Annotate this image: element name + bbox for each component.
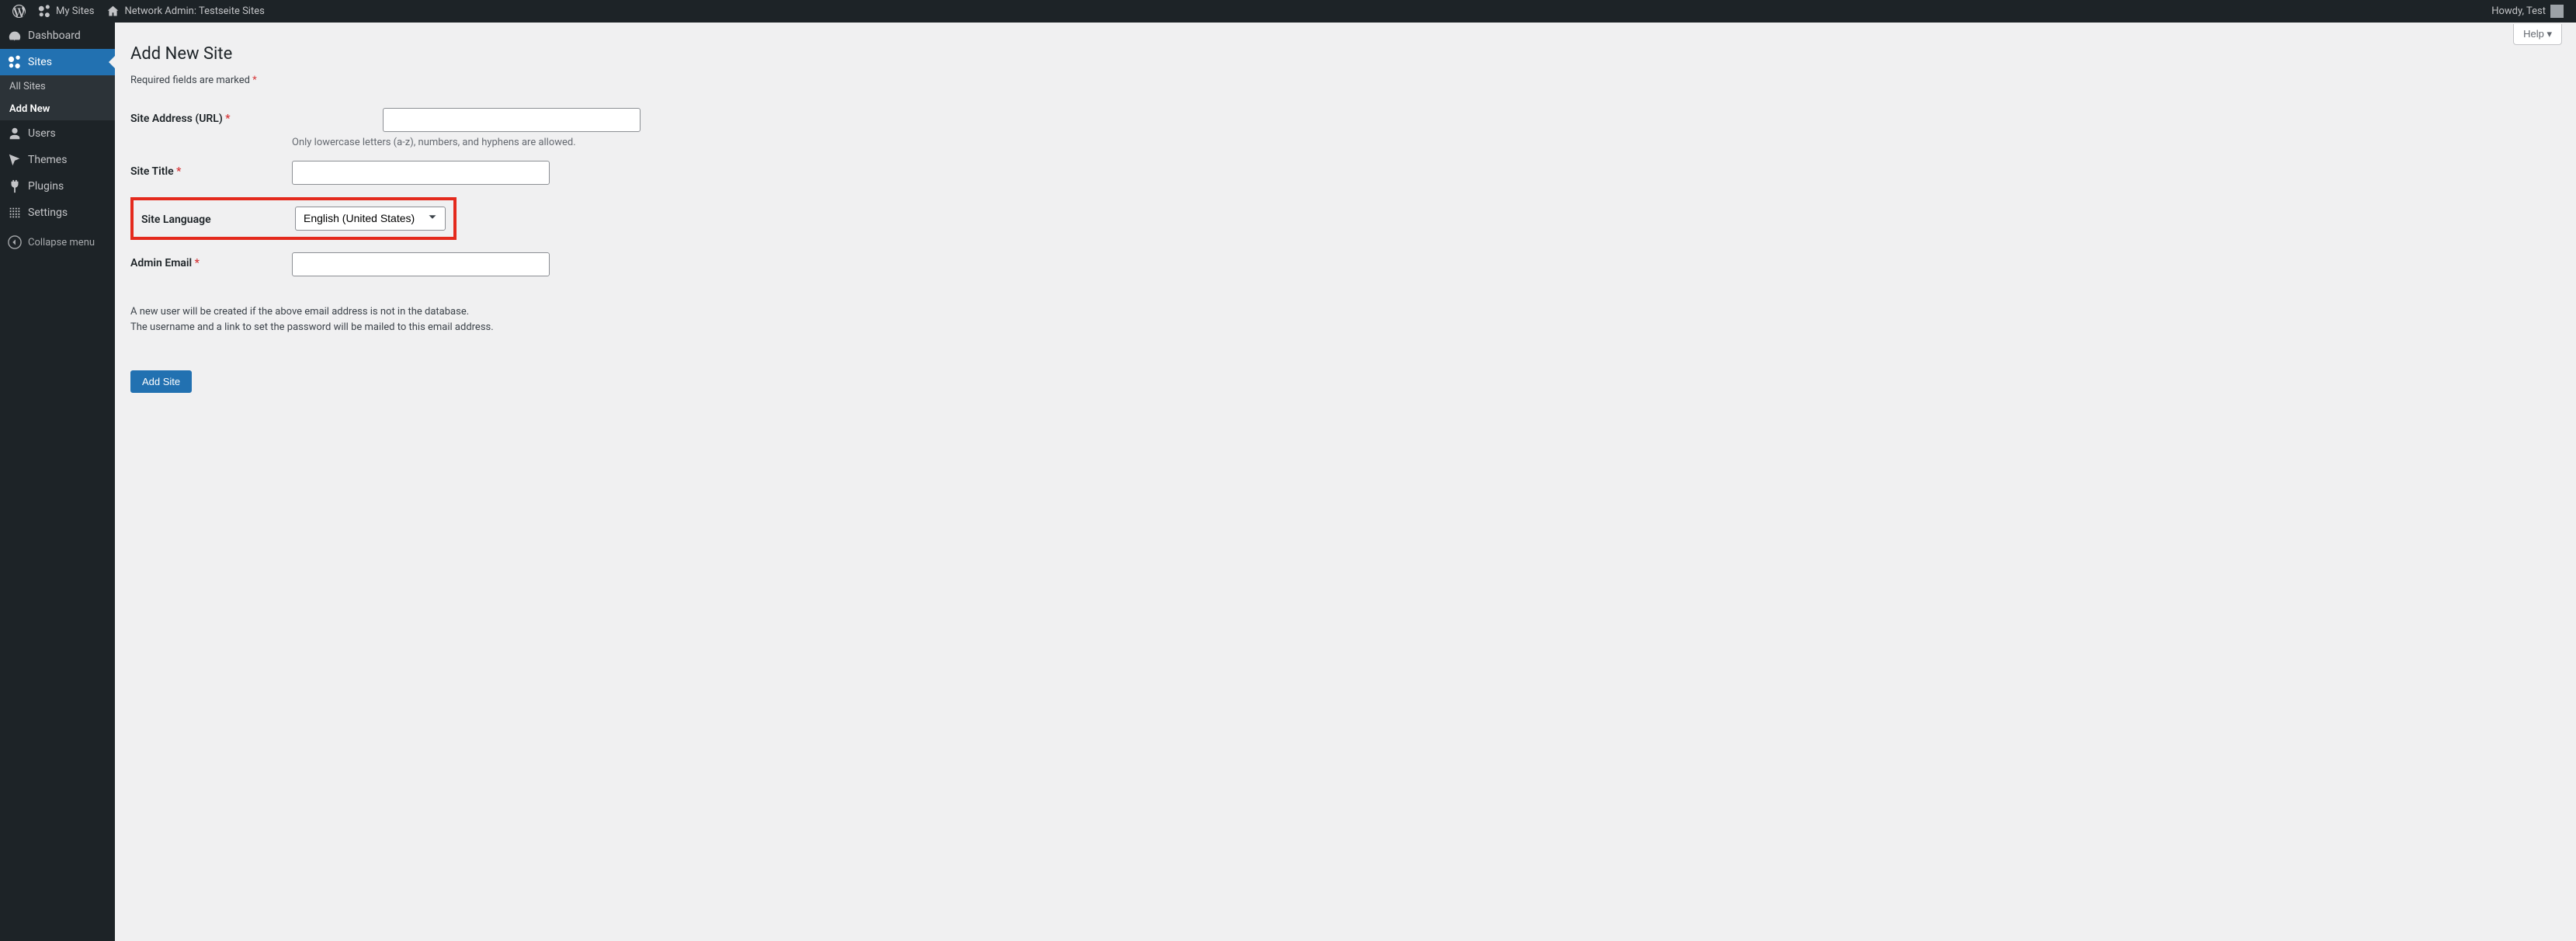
wordpress-icon [12,5,26,18]
sidebar-item-label: Dashboard [28,30,81,42]
label-site-language: Site Language [141,212,295,226]
wp-logo[interactable] [6,0,32,23]
required-note: Required fields are marked * [130,75,2560,86]
home-icon [106,5,120,18]
admin-bar: My Sites Network Admin: Testseite Sites … [0,0,2576,23]
label-site-title: Site Title * [130,161,292,178]
sidebar-item-label: Plugins [28,180,64,193]
site-title-input[interactable] [292,161,550,185]
sites-submenu: All Sites Add New [0,75,115,120]
label-admin-email: Admin Email * [130,252,292,269]
admin-email-input[interactable] [292,252,550,276]
main-content: Help ▾ Add New Site Required fields are … [115,23,2576,408]
row-site-language-highlight: Site Language English (United States) [130,197,457,240]
submenu-add-new[interactable]: Add New [0,98,115,120]
admin-sidebar: Dashboard Sites All Sites Add New Users … [0,23,115,941]
network-admin-link[interactable]: Network Admin: Testseite Sites [100,0,270,23]
sidebar-item-label: Sites [28,56,52,68]
sidebar-item-label: Themes [28,154,67,166]
collapse-menu[interactable]: Collapse menu [0,229,115,255]
page-title: Add New Site [130,44,2560,64]
help-button[interactable]: Help ▾ [2513,24,2562,45]
admin-bar-left: My Sites Network Admin: Testseite Sites [6,0,271,23]
avatar [2550,5,2564,18]
my-sites-link[interactable]: My Sites [32,0,100,23]
row-site-address: Site Address (URL) * Only lowercase lett… [130,108,2560,148]
settings-icon [8,206,22,220]
info-text: A new user will be created if the above … [130,304,2560,335]
sidebar-item-plugins[interactable]: Plugins [0,173,115,200]
sites-icon [8,55,22,69]
network-admin-label: Network Admin: Testseite Sites [124,5,264,17]
row-site-title: Site Title * [130,161,2560,185]
row-admin-email: Admin Email * [130,252,2560,276]
site-address-desc: Only lowercase letters (a-z), numbers, a… [292,137,641,148]
multisite-icon [38,5,51,18]
add-site-button[interactable]: Add Site [130,370,192,393]
sidebar-item-dashboard[interactable]: Dashboard [0,23,115,49]
site-language-select[interactable]: English (United States) [295,207,446,231]
label-site-address: Site Address (URL) * [130,108,292,125]
sidebar-item-settings[interactable]: Settings [0,200,115,226]
dashboard-icon [8,29,22,43]
my-sites-label: My Sites [56,5,94,17]
sidebar-item-users[interactable]: Users [0,120,115,147]
sidebar-item-sites[interactable]: Sites [0,49,115,75]
submenu-all-sites[interactable]: All Sites [0,75,115,98]
themes-icon [8,153,22,167]
sidebar-item-label: Users [28,127,56,140]
howdy-account[interactable]: Howdy, Test [2485,5,2570,18]
collapse-icon [8,235,22,249]
site-address-input[interactable] [383,108,641,132]
plugins-icon [8,179,22,193]
collapse-label: Collapse menu [28,237,95,248]
howdy-label: Howdy, Test [2491,5,2546,17]
sidebar-item-themes[interactable]: Themes [0,147,115,173]
users-icon [8,127,22,141]
sidebar-item-label: Settings [28,207,68,219]
